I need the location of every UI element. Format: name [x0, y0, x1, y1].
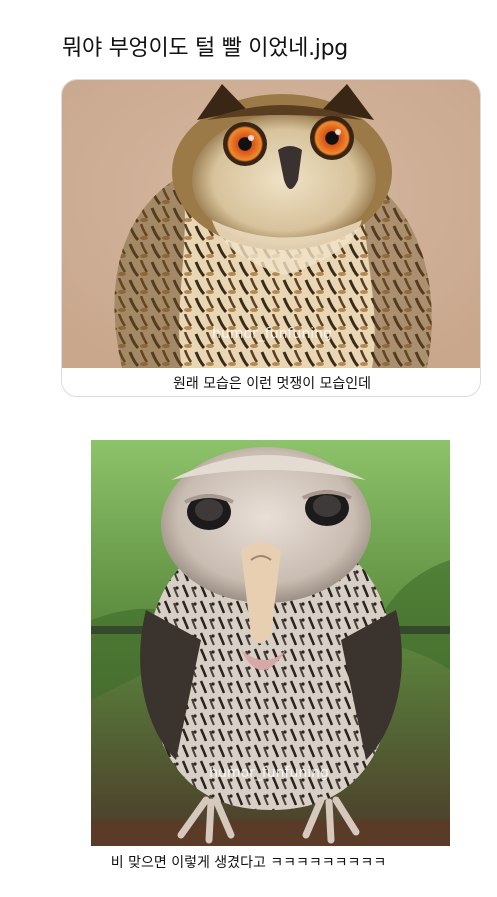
dry-owl-watermark: humor_funfuning [212, 326, 332, 342]
image-card-dry-owl[interactable]: humor_funfuning 원래 모습은 이런 멋쟁이 모습인데 [61, 79, 481, 397]
dry-owl-image[interactable]: humor_funfuning [62, 80, 480, 368]
wet-owl-image[interactable]: humor_funfuning [91, 440, 450, 846]
dry-owl-caption: 원래 모습은 이런 멋쟁이 모습인데 [172, 376, 372, 392]
wet-owl-watermark: humor_funfuning [209, 765, 329, 781]
wet-owl-caption: 비 맞으면 이렇게 생겼다고 ㅋㅋㅋㅋㅋㅋㅋㅋㅋ [110, 855, 387, 871]
post-title: 뭐야 부엉이도 털 빨 이었네.jpg [62, 36, 348, 61]
